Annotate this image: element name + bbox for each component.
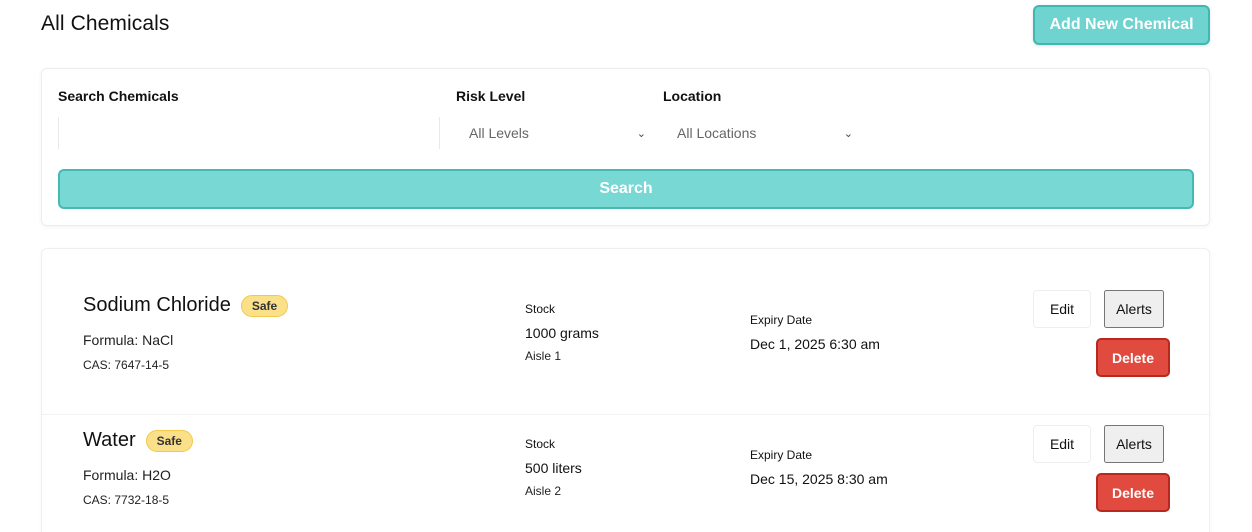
chemical-formula: Formula: NaCl — [83, 332, 174, 348]
page-title: All Chemicals — [41, 12, 170, 35]
cas-number: CAS: 7647-14-5 — [83, 358, 170, 372]
risk-level-select[interactable]: All Levels ⌄ — [456, 117, 648, 149]
alerts-button[interactable]: Alerts — [1104, 290, 1164, 328]
risk-badge: Safe — [240, 294, 289, 317]
stock-value: 500 liters — [525, 460, 582, 476]
delete-button[interactable]: Delete — [1096, 473, 1170, 512]
risk-level-selected: All Levels — [469, 125, 529, 141]
expiry-label: Expiry Date — [750, 313, 813, 327]
stock-value: 1000 grams — [525, 325, 599, 341]
storage-location: Aisle 1 — [525, 349, 562, 363]
chemical-row: Water Safe Formula: H2O CAS: 7732-18-5 S… — [42, 414, 1211, 532]
expiry-date: Dec 1, 2025 6:30 am — [750, 336, 880, 352]
delete-button[interactable]: Delete — [1096, 338, 1170, 377]
expiry-date: Dec 15, 2025 8:30 am — [750, 471, 888, 487]
search-chemicals-label: Search Chemicals — [58, 88, 179, 104]
chevron-down-icon: ⌄ — [843, 127, 853, 140]
storage-location: Aisle 2 — [525, 484, 562, 498]
edit-button[interactable]: Edit — [1033, 290, 1091, 328]
chemical-list: Sodium Chloride Safe Formula: NaCl CAS: … — [41, 248, 1211, 532]
search-button[interactable]: Search — [58, 169, 1194, 209]
location-selected: All Locations — [677, 125, 757, 141]
add-new-chemical-button[interactable]: Add New Chemical — [1033, 5, 1210, 45]
chemical-formula: Formula: H2O — [83, 467, 171, 483]
location-select[interactable]: All Locations ⌄ — [663, 117, 855, 149]
chemical-name: Water — [83, 429, 136, 451]
expiry-label: Expiry Date — [750, 448, 813, 462]
location-label: Location — [663, 88, 722, 104]
chemical-row: Sodium Chloride Safe Formula: NaCl CAS: … — [42, 279, 1211, 415]
filter-panel: Search Chemicals Risk Level All Levels ⌄… — [41, 68, 1210, 226]
stock-label: Stock — [525, 437, 556, 451]
alerts-button[interactable]: Alerts — [1104, 425, 1164, 463]
chevron-down-icon: ⌄ — [636, 127, 646, 140]
risk-level-label: Risk Level — [456, 88, 526, 104]
stock-label: Stock — [525, 302, 556, 316]
edit-button[interactable]: Edit — [1033, 425, 1091, 463]
cas-number: CAS: 7732-18-5 — [83, 493, 170, 507]
search-chemicals-input[interactable] — [58, 117, 440, 149]
risk-badge: Safe — [145, 429, 193, 452]
chemical-name: Sodium Chloride — [83, 294, 231, 316]
